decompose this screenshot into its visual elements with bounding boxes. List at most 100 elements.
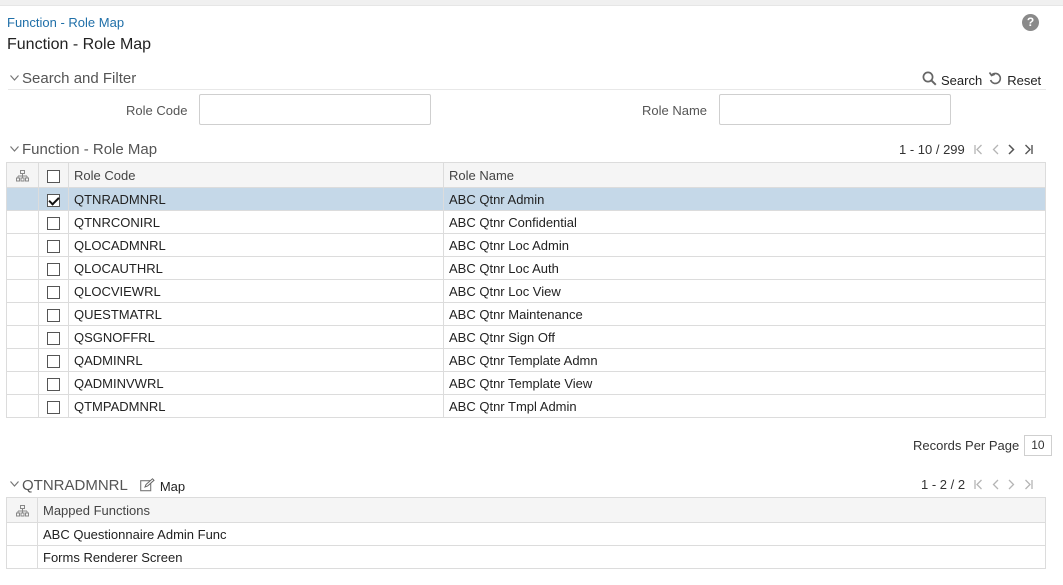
role-name-cell[interactable]: ABC Qtnr Sign Off [443,325,1046,349]
last-page-icon[interactable] [1024,144,1033,155]
chevron-down-icon[interactable] [10,145,19,154]
table-row[interactable]: QUESTMATRL ABC Qtnr Maintenance [6,302,1046,326]
row-checkbox[interactable] [47,308,60,322]
first-page-icon[interactable] [974,479,983,490]
prev-page-icon[interactable] [992,479,999,490]
search-filter-header[interactable]: Search and Filter [10,70,136,87]
table-row[interactable]: QTNRCONIRL ABC Qtnr Confidential [6,210,1046,234]
row-spacer-cell [6,187,39,211]
role-code-cell[interactable]: QLOCADMNRL [68,233,444,257]
role-name-cell[interactable]: ABC Qtnr Admin [443,187,1046,211]
row-spacer-cell [6,348,39,372]
role-name-input[interactable] [719,94,951,125]
map-button[interactable]: Map [139,476,186,494]
chevron-down-icon[interactable] [10,481,19,489]
role-code-cell[interactable]: QTNRADMNRL [68,187,444,211]
last-page-icon[interactable] [1024,479,1033,490]
row-spacer-cell [6,279,39,303]
next-page-icon[interactable] [1008,144,1015,155]
row-checkbox-cell[interactable] [38,210,69,234]
role-name-cell[interactable]: ABC Qtnr Maintenance [443,302,1046,326]
role-code-cell[interactable]: QLOCVIEWRL [68,279,444,303]
role-name-cell[interactable]: ABC Qtnr Loc View [443,279,1046,303]
records-per-page-input[interactable]: 10 [1024,435,1052,456]
table-row[interactable]: QLOCAUTHRL ABC Qtnr Loc Auth [6,256,1046,280]
row-spacer-cell [6,394,39,418]
table-row[interactable]: QADMINRL ABC Qtnr Template Admn [6,348,1046,372]
row-checkbox-cell[interactable] [38,187,69,211]
row-checkbox-cell[interactable] [38,279,69,303]
row-checkbox[interactable] [47,262,60,276]
mapped-functions-header[interactable]: QTNRADMNRL Map [10,476,185,494]
table-row[interactable]: QTNRADMNRL ABC Qtnr Admin [6,187,1046,211]
select-all-checkbox[interactable] [47,169,60,183]
role-name-cell[interactable]: ABC Qtnr Loc Admin [443,233,1046,257]
row-checkbox-cell[interactable] [38,348,69,372]
row-checkbox-cell[interactable] [38,394,69,418]
table-row[interactable]: ABC Questionnaire Admin Func [6,522,1046,546]
divider [8,89,1046,90]
role-name-cell[interactable]: ABC Qtnr Confidential [443,210,1046,234]
next-page-icon[interactable] [1008,479,1015,490]
row-spacer-cell [6,371,39,395]
role-name-cell[interactable]: ABC Qtnr Tmpl Admin [443,394,1046,418]
row-checkbox[interactable] [47,377,60,391]
select-all-checkbox-cell[interactable] [38,162,69,188]
records-per-page: Records Per Page 10 [913,435,1052,456]
row-checkbox[interactable] [47,193,60,207]
hierarchy-icon-cell[interactable] [6,162,39,188]
table-row[interactable]: QADMINVWRL ABC Qtnr Template View [6,371,1046,395]
column-header-role-code[interactable]: Role Code [68,162,444,188]
row-checkbox-cell[interactable] [38,233,69,257]
row-spacer-cell [6,522,38,546]
column-header-mapped-functions[interactable]: Mapped Functions [37,497,1046,523]
table-row[interactable]: QLOCVIEWRL ABC Qtnr Loc View [6,279,1046,303]
role-name-cell[interactable]: ABC Qtnr Template View [443,371,1046,395]
column-header-role-name[interactable]: Role Name [443,162,1046,188]
table-row[interactable]: Forms Renderer Screen [6,545,1046,569]
role-name-cell[interactable]: ABC Qtnr Template Admn [443,348,1046,372]
help-icon[interactable]: ? [1022,14,1039,31]
role-name-cell[interactable]: ABC Qtnr Loc Auth [443,256,1046,280]
row-checkbox-cell[interactable] [38,256,69,280]
role-code-cell[interactable]: QADMINRL [68,348,444,372]
row-checkbox-cell[interactable] [38,371,69,395]
role-code-cell[interactable]: QADMINVWRL [68,371,444,395]
row-checkbox-cell[interactable] [38,302,69,326]
role-code-cell[interactable]: QSGNOFFRL [68,325,444,349]
map-label: Map [159,479,186,494]
table-row[interactable]: QSGNOFFRL ABC Qtnr Sign Off [6,325,1046,349]
row-checkbox[interactable] [47,354,60,368]
breadcrumb[interactable]: Function - Role Map [7,15,124,30]
hierarchy-icon-cell[interactable] [6,497,38,523]
table-header-row: Mapped Functions [6,497,1046,523]
table-row[interactable]: QTMPADMNRL ABC Qtnr Tmpl Admin [6,394,1046,418]
row-checkbox[interactable] [47,331,60,345]
mapped-pager: 1 - 2 / 2 [921,477,1033,492]
role-code-cell[interactable]: QLOCAUTHRL [68,256,444,280]
row-checkbox[interactable] [47,239,60,253]
row-checkbox[interactable] [47,400,60,414]
row-checkbox[interactable] [47,285,60,299]
mapped-section-title: QTNRADMNRL [22,476,128,494]
reset-button[interactable]: Reset [988,68,1041,88]
role-map-header[interactable]: Function - Role Map [10,141,157,158]
role-code-cell[interactable]: QTNRCONIRL [68,210,444,234]
row-checkbox[interactable] [47,216,60,230]
role-code-cell[interactable]: QTMPADMNRL [68,394,444,418]
search-label: Search [941,73,983,88]
role-map-table: Role Code Role Name QTNRADMNRL ABC Qtnr A… [6,162,1046,418]
page-title: Function - Role Map [7,36,152,53]
top-bar [0,0,1063,6]
search-button[interactable]: Search [922,68,982,88]
chevron-down-icon[interactable] [10,74,19,83]
prev-page-icon[interactable] [992,144,999,155]
mapped-function-cell[interactable]: Forms Renderer Screen [37,545,1046,569]
row-checkbox-cell[interactable] [38,325,69,349]
table-row[interactable]: QLOCADMNRL ABC Qtnr Loc Admin [6,233,1046,257]
role-code-cell[interactable]: QUESTMATRL [68,302,444,326]
role-code-input[interactable] [199,94,431,125]
mapped-function-cell[interactable]: ABC Questionnaire Admin Func [37,522,1046,546]
first-page-icon[interactable] [974,144,983,155]
role-map-pager: 1 - 10 / 299 [899,142,1033,157]
